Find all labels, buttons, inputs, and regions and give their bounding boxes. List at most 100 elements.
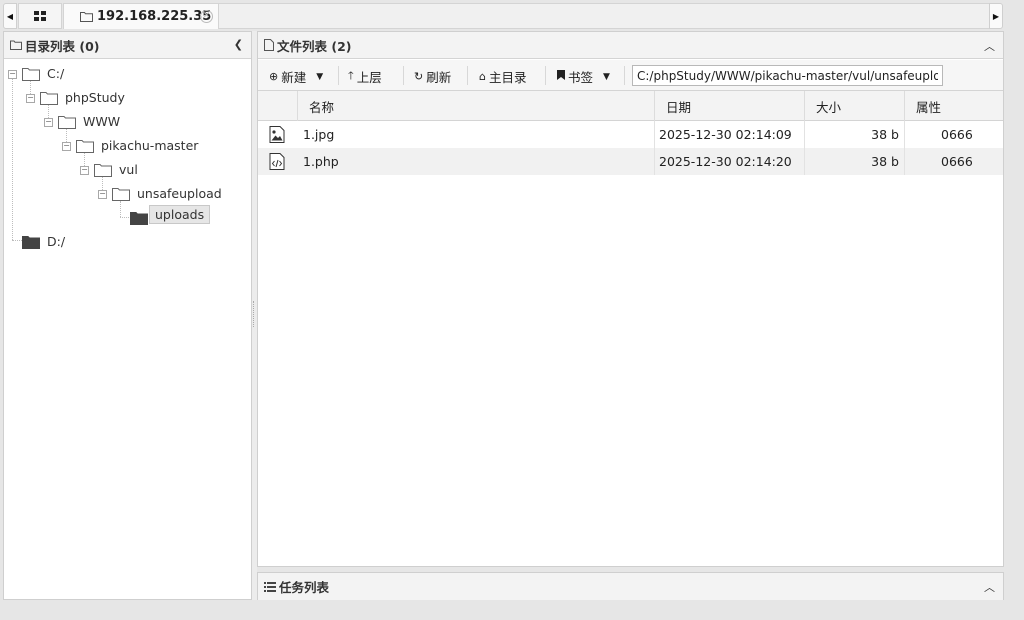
toolbar-separator <box>403 66 404 85</box>
column-header-name[interactable]: 名称 <box>297 91 654 121</box>
task-list-panel-header: 任务列表 ︿ <box>258 573 1003 600</box>
refresh-button-label: 刷新 <box>426 70 452 85</box>
file-attr: 0666 <box>941 154 973 169</box>
tree-label: WWW <box>83 114 121 129</box>
file-list-panel: 文件列表 (2) ︿ ⊕ 新建 ▼ 🡑 上层 ↻ 刷新 ⌂ 主目录 书签 ▼ C… <box>257 31 1004 567</box>
column-divider <box>904 121 905 175</box>
collapse-toggle-icon[interactable]: − <box>44 118 53 127</box>
list-icon <box>264 581 276 592</box>
column-header-date[interactable]: 日期 <box>654 91 804 121</box>
splitter-grip <box>253 301 255 327</box>
expand-up-icon[interactable]: ︿ <box>984 579 995 595</box>
refresh-icon: ↻ <box>414 70 424 83</box>
bookmark-button-label: 书签 <box>568 70 594 85</box>
toolbar-separator <box>338 66 339 85</box>
file-grid-body: 1.jpg 2025-12-30 02:14:09 38 b 0666 1.ph… <box>258 121 1003 566</box>
new-button-label: 新建 <box>281 70 307 85</box>
up-level-button[interactable]: 🡑 上层 <box>348 67 382 86</box>
tree-label-selected: uploads <box>149 205 211 224</box>
folder-icon <box>22 236 40 249</box>
dropdown-caret-icon: ▼ <box>316 71 324 82</box>
tree-label: D:/ <box>47 234 66 249</box>
collapse-toggle-icon[interactable]: − <box>80 166 89 175</box>
column-name-label: 名称 <box>309 99 335 115</box>
tab-strip-empty <box>219 3 989 29</box>
collapse-toggle-icon[interactable]: − <box>26 94 35 103</box>
file-name: 1.php <box>303 154 339 169</box>
tab-scroll-right-button[interactable]: ▶ <box>989 3 1003 29</box>
tab-close-icon[interactable]: ✕ <box>200 10 213 23</box>
file-row[interactable]: 1.php 2025-12-30 02:14:20 38 b 0666 <box>258 148 1003 175</box>
tab-scroll-left-button[interactable]: ◀ <box>3 3 17 29</box>
toolbar-separator <box>545 66 546 85</box>
column-date-label: 日期 <box>666 99 692 115</box>
column-header-size[interactable]: 大小 <box>804 91 904 121</box>
column-size-label: 大小 <box>816 99 842 115</box>
file-attr: 0666 <box>941 127 973 142</box>
file-name: 1.jpg <box>303 127 335 142</box>
column-attr-label: 属性 <box>916 99 942 115</box>
arrow-up-icon: 🡑 <box>348 69 354 82</box>
folder-open-icon <box>94 164 112 177</box>
file-manager-app: ◀ 192.168.225.35 ✕ ▶ 目录列表 (0) ❮ − C:/ − … <box>0 0 1024 620</box>
tree-label: phpStudy <box>65 90 125 105</box>
new-button[interactable]: ⊕ 新建 ▼ <box>269 67 323 86</box>
tree-line <box>120 201 121 217</box>
dropdown-caret-icon: ▼ <box>603 71 610 82</box>
home-dir-button[interactable]: ⌂ 主目录 <box>479 67 527 86</box>
folder-icon <box>80 12 93 22</box>
task-list-panel-title: 任务列表 <box>279 580 330 595</box>
directory-tree: − C:/ − phpStudy − WWW − pikachu-master … <box>4 60 251 599</box>
plus-circle-icon: ⊕ <box>269 70 279 83</box>
file-list-panel-header: 文件列表 (2) ︿ <box>258 32 1003 59</box>
file-date: 2025-12-30 02:14:20 <box>659 154 792 169</box>
file-icon <box>264 39 274 51</box>
tab-connection[interactable]: 192.168.225.35 ✕ <box>63 3 219 29</box>
tree-line <box>12 76 13 240</box>
folder-icon <box>130 212 148 225</box>
file-list-panel-title: 文件列表 (2) <box>277 38 352 54</box>
collapse-toggle-icon[interactable]: − <box>98 190 107 199</box>
collapse-left-icon[interactable]: ❮ <box>234 38 243 51</box>
tab-title: 192.168.225.35 <box>97 9 212 24</box>
home-icon: ⌂ <box>479 70 486 83</box>
folder-icon <box>10 40 22 50</box>
grid-icon <box>34 11 46 21</box>
column-divider <box>804 121 805 175</box>
tree-label: vul <box>119 162 138 177</box>
tab-bar: ◀ 192.168.225.35 ✕ ▶ <box>0 0 1024 31</box>
toolbar-separator <box>467 66 468 85</box>
collapse-toggle-icon[interactable]: − <box>8 70 17 79</box>
image-file-icon <box>269 126 285 143</box>
tree-label: C:/ <box>47 66 65 81</box>
folder-open-icon <box>22 68 40 81</box>
folder-open-icon <box>112 188 130 201</box>
tree-label: unsafeupload <box>137 186 222 201</box>
file-toolbar: ⊕ 新建 ▼ 🡑 上层 ↻ 刷新 ⌂ 主目录 书签 ▼ C:/phpStudy/… <box>258 60 1003 91</box>
home-dir-button-label: 主目录 <box>488 70 527 85</box>
folder-open-icon <box>58 116 76 129</box>
code-file-icon <box>269 153 285 170</box>
up-level-button-label: 上层 <box>356 70 382 85</box>
folder-open-icon <box>76 140 94 153</box>
bookmark-icon <box>557 70 565 83</box>
task-list-panel[interactable]: 任务列表 ︿ <box>257 572 1004 600</box>
bookmark-button[interactable]: 书签 ▼ <box>557 67 610 86</box>
file-size: 38 b <box>871 154 899 169</box>
file-row[interactable]: 1.jpg 2025-12-30 02:14:09 38 b 0666 <box>258 121 1003 148</box>
collapse-up-icon[interactable]: ︿ <box>984 38 995 54</box>
folder-open-icon <box>40 92 58 105</box>
directory-panel: 目录列表 (0) ❮ − C:/ − phpStudy − WWW − pika… <box>3 31 252 600</box>
path-input[interactable] <box>632 65 943 86</box>
toolbar-separator <box>624 66 625 85</box>
directory-panel-title: 目录列表 (0) <box>25 38 100 54</box>
refresh-button[interactable]: ↻ 刷新 <box>414 67 451 86</box>
column-header-attr[interactable]: 属性 <box>904 91 1004 121</box>
file-date: 2025-12-30 02:14:09 <box>659 127 792 142</box>
file-size: 38 b <box>871 127 899 142</box>
collapse-toggle-icon[interactable]: − <box>62 142 71 151</box>
tree-label: pikachu-master <box>101 138 199 153</box>
file-grid-header: 名称 日期 大小 属性 <box>258 91 1003 121</box>
directory-panel-header: 目录列表 (0) ❮ <box>4 32 251 59</box>
tab-home-grid[interactable] <box>18 3 62 29</box>
